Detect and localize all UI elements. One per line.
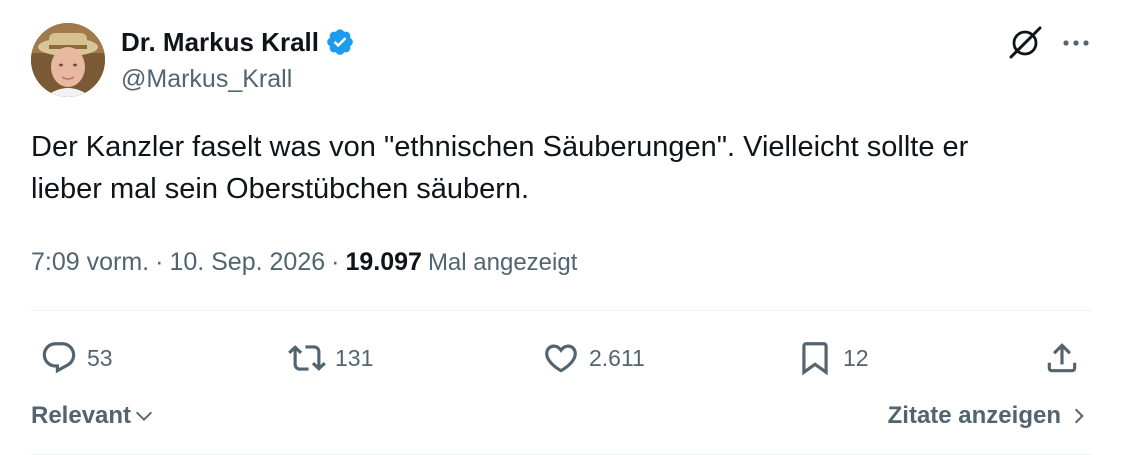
retweet-button[interactable]: 131 <box>288 338 373 378</box>
views-label[interactable]: Mal angezeigt <box>428 247 577 279</box>
avatar-image <box>31 23 105 97</box>
like-count: 2.611 <box>589 345 645 371</box>
grok-icon[interactable] <box>1007 25 1043 61</box>
views-count[interactable]: 19.097 <box>345 246 421 278</box>
tweet-meta: 7:09 vorm. · 10. Sep. 2026 · 19.097 Mal … <box>31 246 577 279</box>
bookmark-icon <box>802 342 828 376</box>
bookmark-button[interactable]: 12 <box>796 338 869 378</box>
sort-label: Relevant <box>31 402 132 429</box>
verified-badge-icon[interactable] <box>325 27 355 57</box>
chevron-down-icon <box>136 411 153 421</box>
view-quotes-link[interactable]: Zitate anzeigen <box>888 400 1089 432</box>
retweet-icon <box>288 345 326 371</box>
author-handle[interactable]: @Markus_Krall <box>121 63 292 95</box>
author-name[interactable]: Dr. Markus Krall <box>121 26 319 58</box>
tweet-text: Der Kanzler faselt was von "ethnischen S… <box>31 131 969 205</box>
divider <box>31 310 1092 311</box>
retweet-count: 131 <box>335 345 374 371</box>
quotes-label: Zitate anzeigen <box>887 402 1061 429</box>
meta-separator: · <box>331 248 340 276</box>
like-button[interactable]: 2.611 <box>542 338 645 378</box>
meta-separator: · <box>155 248 164 276</box>
tweet-date[interactable]: 10. Sep. 2026 <box>169 246 325 278</box>
reply-button[interactable]: 53 <box>40 338 113 378</box>
share-button[interactable] <box>1043 338 1081 378</box>
bookmark-count: 12 <box>843 345 869 371</box>
share-icon <box>1047 343 1077 373</box>
reply-icon <box>42 342 76 374</box>
heart-icon <box>545 344 577 373</box>
sort-dropdown[interactable]: Relevant <box>31 400 155 432</box>
more-icon[interactable] <box>1060 31 1092 55</box>
chevron-right-icon <box>1074 408 1084 424</box>
tweet-time[interactable]: 7:09 vorm. <box>31 246 149 278</box>
avatar[interactable] <box>31 23 105 97</box>
reply-count: 53 <box>87 345 113 371</box>
author-name-row[interactable]: Dr. Markus Krall <box>121 26 355 58</box>
